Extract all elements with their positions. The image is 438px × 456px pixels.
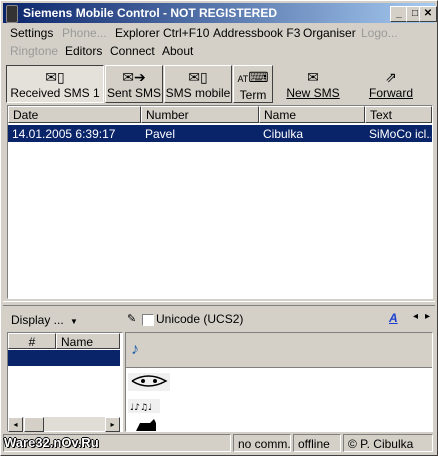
menu-organiser[interactable]: Organiser	[303, 26, 356, 40]
table-row[interactable]: 14.01.2005 6:39:17 Pavel Cibulka SiMoCo …	[8, 125, 432, 142]
dog-picture	[136, 419, 156, 431]
list-item[interactable]	[8, 350, 120, 366]
preview-toolbar: ♪	[126, 333, 432, 368]
sms-list[interactable]: Date Number Name Text 14.01.2005 6:39:17…	[7, 105, 433, 299]
forward-button[interactable]: ⇗ Forward	[359, 65, 423, 103]
music-note-icon[interactable]: ♪	[131, 341, 139, 359]
col-header-hash[interactable]: #	[8, 333, 56, 349]
toolbar: ✉▯ Received SMS 1 ✉➔ Sent SMS ✉▯ SMS mob…	[3, 65, 435, 103]
tab-sent-sms[interactable]: ✉➔ Sent SMS	[105, 65, 163, 103]
cell-date: 14.01.2005 6:39:17	[12, 127, 116, 141]
col-header-number[interactable]: Number	[141, 106, 259, 123]
menu-explorer[interactable]: Explorer Ctrl+F10	[115, 26, 209, 40]
menu-connect[interactable]: Connect	[110, 44, 155, 58]
menu-about[interactable]: About	[162, 44, 193, 58]
picture-preview-panel: ♪ ♩♪♫♩	[125, 332, 433, 432]
forward-label: Forward	[368, 86, 413, 100]
menu-ringtone[interactable]: Ringtone	[10, 44, 58, 58]
close-button[interactable]: ✕	[419, 6, 437, 22]
menu-editors[interactable]: Editors	[65, 44, 102, 58]
scroll-thumb[interactable]	[24, 417, 44, 432]
svg-text:♩♪♫♩: ♩♪♫♩	[130, 403, 152, 413]
window-title: Siemens Mobile Control - NOT REGISTERED	[23, 6, 278, 20]
unicode-checkbox-label: Unicode (UCS2)	[156, 312, 244, 326]
music-notes-picture: ♩♪♫♩	[128, 399, 160, 413]
phone-sms-icon: ✉▯	[188, 69, 208, 85]
at-terminal-icon-text: AT	[237, 74, 249, 84]
display-dropdown[interactable]: Display ... ▼	[7, 311, 85, 329]
chevron-down-icon: ▼	[70, 317, 78, 326]
arrow-left-icon[interactable]: ◂	[413, 311, 418, 322]
tab-term[interactable]: AT⌨ Term	[233, 65, 273, 103]
new-sms-button[interactable]: ✉ New SMS	[281, 65, 345, 103]
unicode-checkbox[interactable]	[142, 314, 154, 326]
main-window: Siemens Mobile Control - NOT REGISTERED …	[0, 0, 438, 456]
scroll-left-icon[interactable]: ◂	[8, 417, 23, 432]
menu-addressbook[interactable]: Addressbook F3	[213, 26, 300, 40]
tab-received-sms-label: Received SMS 1	[10, 86, 100, 100]
watermark: Ware32.nOv.Ru	[4, 435, 99, 450]
font-icon[interactable]: A	[389, 311, 398, 325]
status-mode: offline	[293, 434, 341, 452]
tab-term-label: Term	[239, 88, 267, 102]
menu-bar: Settings Phone... Explorer Ctrl+F10 Addr…	[3, 23, 435, 61]
horizontal-scrollbar[interactable]: ◂ ▸	[8, 417, 120, 432]
at-terminal-icon: AT⌨	[237, 69, 269, 85]
col-header-date[interactable]: Date	[8, 106, 141, 123]
col-header-left-name[interactable]: Name	[56, 333, 120, 349]
left-list-panel[interactable]: # Name ◂ ▸	[7, 332, 123, 432]
tab-sms-mobile-label: SMS mobile	[165, 86, 231, 100]
preview-images: ♩♪♫♩	[128, 373, 170, 431]
cell-number: Pavel	[145, 127, 176, 141]
outbox-icon: ✉➔	[122, 69, 146, 85]
horizontal-splitter[interactable]	[3, 301, 435, 306]
menu-logo[interactable]: Logo...	[361, 26, 398, 40]
scroll-right-icon[interactable]: ▸	[105, 417, 120, 432]
tab-sms-mobile[interactable]: ✉▯ SMS mobile	[164, 65, 232, 103]
cat-face-picture	[128, 373, 170, 391]
pencil-icon: ✎	[127, 313, 137, 325]
inbox-icon: ✉▯	[45, 69, 65, 85]
arrow-right-icon[interactable]: ▸	[425, 311, 430, 322]
cell-name: Cibulka	[263, 127, 304, 141]
tab-sent-sms-label: Sent SMS	[106, 86, 162, 100]
menu-settings[interactable]: Settings	[10, 26, 53, 40]
display-dropdown-label: Display ...	[11, 313, 64, 327]
cell-text: SiMoCo icl...	[369, 127, 431, 141]
phone-app-icon	[6, 5, 18, 23]
forward-icon: ⇗	[385, 69, 397, 85]
new-sms-label: New SMS	[286, 86, 340, 100]
status-copyright: © P. Cibulka	[343, 434, 433, 452]
new-sms-icon: ✉	[307, 69, 319, 85]
col-header-name[interactable]: Name	[259, 106, 365, 123]
menu-phone[interactable]: Phone...	[62, 26, 107, 40]
status-connection: no comm.	[233, 434, 291, 452]
col-header-text[interactable]: Text	[365, 106, 432, 123]
tab-received-sms[interactable]: ✉▯ Received SMS 1	[6, 65, 104, 103]
title-bar: Siemens Mobile Control - NOT REGISTERED …	[3, 3, 437, 23]
